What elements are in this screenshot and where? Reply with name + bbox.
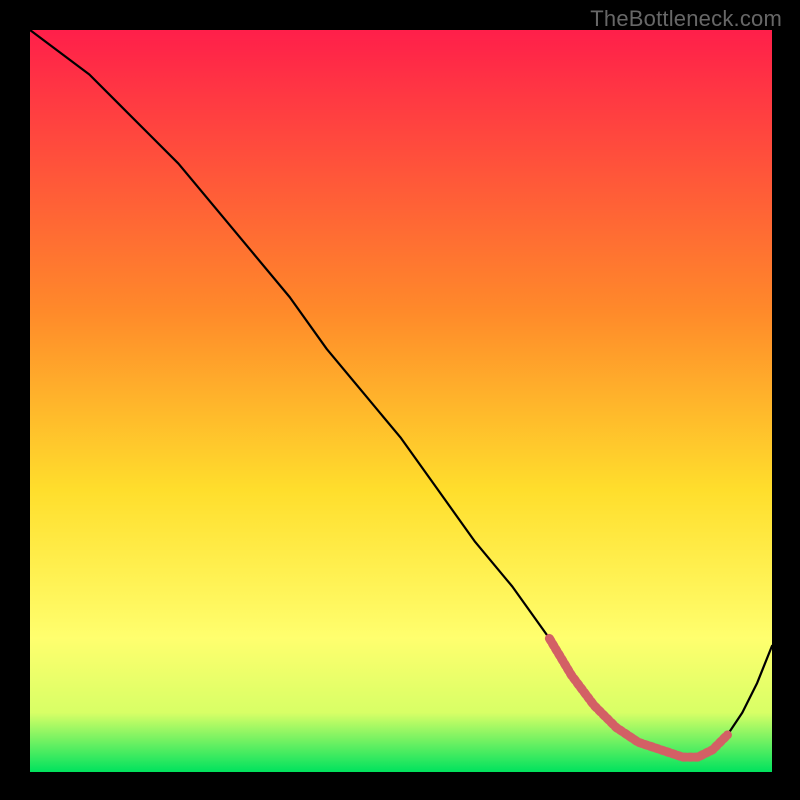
watermark-text: TheBottleneck.com xyxy=(590,6,782,32)
chart-svg xyxy=(30,30,772,772)
chart-stage: TheBottleneck.com xyxy=(0,0,800,800)
gradient-background xyxy=(30,30,772,772)
